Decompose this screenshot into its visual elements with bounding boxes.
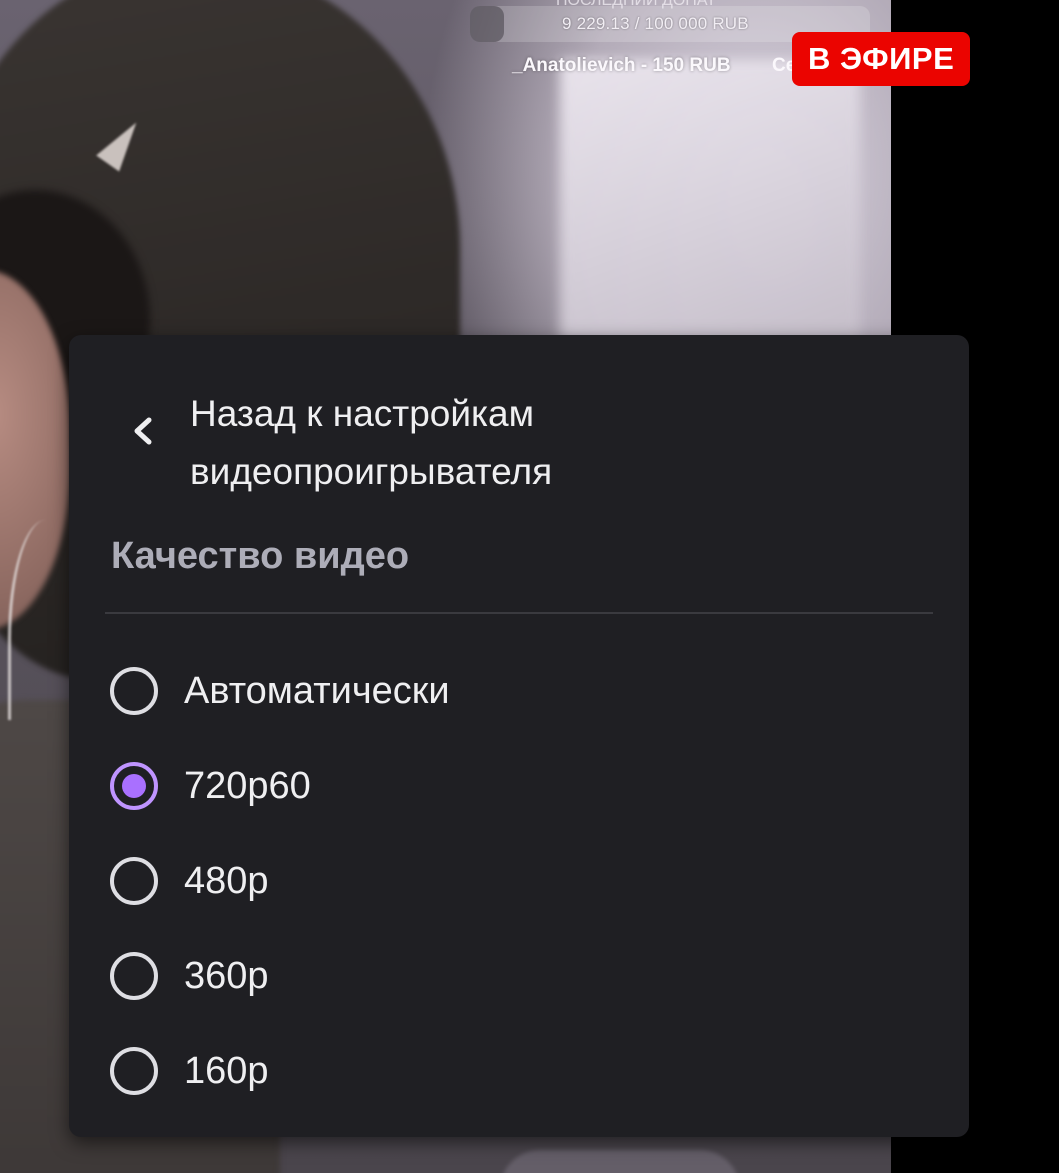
player-stage: ПОСЛЕДНИЙ ДОНАТ 9 229.13 / 100 000 RUB _… (0, 0, 1059, 1173)
radio-unchecked-icon[interactable] (110, 667, 158, 715)
donation-goal-total: 9 229.13 / 100 000 RUB (562, 14, 749, 33)
quality-option-label: 480p (184, 860, 269, 902)
quality-option-label: 360p (184, 955, 269, 997)
quality-option-label: Автоматически (184, 670, 450, 712)
quality-option-160p[interactable]: 160p (105, 1033, 705, 1105)
quality-option-720p60[interactable]: 720p60 (105, 748, 705, 820)
quality-settings-menu: Назад к настройкам видеопроигрывателя Ка… (69, 335, 969, 1137)
background-wall (560, 60, 860, 340)
back-button-label: Назад к настройкам видеопроигрывателя (190, 393, 553, 492)
background-object (500, 1150, 740, 1173)
quality-option-360p[interactable]: 360p (105, 938, 705, 1010)
radio-unchecked-icon[interactable] (110, 1047, 158, 1095)
radio-checked-icon[interactable] (110, 762, 158, 810)
chevron-left-icon (134, 417, 152, 445)
quality-option-label: 720p60 (184, 765, 311, 807)
last-donation: _Anatolievich - 150 RUB (512, 55, 731, 76)
back-to-player-settings-button[interactable]: Назад к настройкам видеопроигрывателя (105, 375, 885, 495)
radio-unchecked-icon[interactable] (110, 952, 158, 1000)
donation-header: ПОСЛЕДНИЙ ДОНАТ (556, 0, 717, 9)
quality-option-480p[interactable]: 480p (105, 843, 705, 915)
divider (105, 612, 933, 614)
donation-goal-bar-fill (470, 6, 504, 42)
section-title: Качество видео (111, 535, 410, 577)
live-badge: В ЭФИРЕ (792, 32, 971, 86)
radio-unchecked-icon[interactable] (110, 857, 158, 905)
quality-option-auto[interactable]: Автоматически (105, 653, 705, 725)
quality-option-label: 160p (184, 1050, 269, 1092)
radio-dot (122, 774, 146, 798)
